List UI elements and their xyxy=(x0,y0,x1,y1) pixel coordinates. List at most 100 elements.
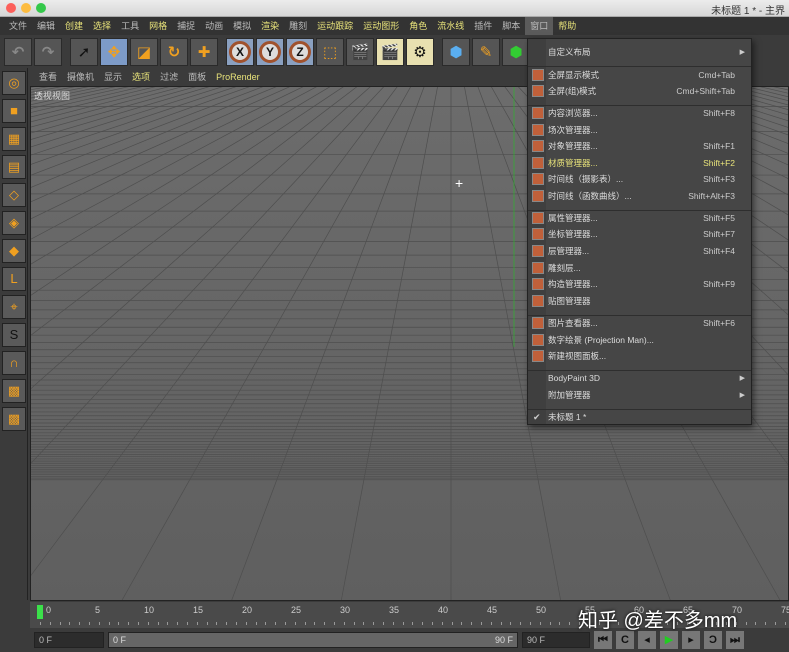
lock-workplane-icon[interactable]: ▩ xyxy=(2,379,26,403)
viewport-menu-3[interactable]: 选项 xyxy=(127,70,155,83)
go-to-start-button[interactable]: ⏮ xyxy=(594,631,612,649)
viewport-menu-2[interactable]: 显示 xyxy=(99,70,127,83)
window-menu-item[interactable]: 图片查看器... Shift+F6 xyxy=(528,315,751,331)
menu-11[interactable]: 运动跟踪 xyxy=(312,17,358,35)
menu-17[interactable]: 窗口 xyxy=(525,17,554,35)
make-editable-icon[interactable]: ◎ xyxy=(2,71,26,95)
go-to-end-button[interactable]: ⏭ xyxy=(726,631,744,649)
window-menu-item[interactable]: 对象管理器... Shift+F1 xyxy=(528,138,751,154)
window-menu-item[interactable]: 坐标管理器... Shift+F7 xyxy=(528,226,751,242)
texture-mode-icon[interactable]: ▦ xyxy=(2,127,26,151)
coordinate-system-button[interactable]: ⬚ xyxy=(316,38,344,66)
menu-1[interactable]: 编辑 xyxy=(32,17,60,35)
polygons-mode-icon[interactable]: ◆ xyxy=(2,239,26,263)
y-axis-button[interactable]: Y xyxy=(256,38,284,66)
axis-mode-icon[interactable]: L xyxy=(2,267,26,291)
window-menu-item[interactable]: 材质管理器... Shift+F2 xyxy=(528,155,751,171)
window-menu-item[interactable]: 数字绘景 (Projection Man)... xyxy=(528,332,751,348)
window-menu-item[interactable]: 全屏(组)模式 Cmd+Shift+Tab xyxy=(528,83,751,99)
window-menu-item[interactable]: 雕刻层... xyxy=(528,260,751,276)
window-menu-item[interactable]: 新建视图面板... xyxy=(528,348,751,364)
menu-4[interactable]: 工具 xyxy=(116,17,144,35)
edges-mode-icon[interactable]: ◈ xyxy=(2,211,26,235)
undo-button[interactable]: ↶ xyxy=(4,38,32,66)
window-menu-item[interactable]: 全屏显示模式 Cmd+Tab xyxy=(528,67,751,83)
start-frame-field[interactable]: 0 F xyxy=(34,632,104,648)
menu-5[interactable]: 网格 xyxy=(144,17,172,35)
grid-icon[interactable]: ▩ xyxy=(2,407,26,431)
rotate-tool-button[interactable]: ↻ xyxy=(160,38,188,66)
points-mode-icon[interactable]: ◇ xyxy=(2,183,26,207)
next-frame-button[interactable]: ▸ xyxy=(682,631,700,649)
render-picture-button[interactable]: 🎬 xyxy=(376,38,404,66)
menu-6[interactable]: 捕捉 xyxy=(172,17,200,35)
frame-range-slider[interactable]: 0 F 90 F xyxy=(108,632,518,648)
subdivision-button[interactable]: ⬢ xyxy=(502,38,530,66)
window-menu-item[interactable]: 内容浏览器... Shift+F8 xyxy=(528,105,751,121)
model-mode-icon[interactable]: ■ xyxy=(2,99,26,123)
z-axis-button[interactable]: Z xyxy=(286,38,314,66)
menu-0[interactable]: 文件 xyxy=(4,17,32,35)
window-menu-item[interactable]: ✔ 未标题 1 * xyxy=(528,409,751,425)
magnet-icon[interactable]: ∩ xyxy=(2,351,26,375)
scale-tool-button[interactable]: ◪ xyxy=(130,38,158,66)
minimize-window-button[interactable] xyxy=(21,3,31,13)
next-key-button[interactable]: Ͻ xyxy=(704,631,722,649)
zoom-window-button[interactable] xyxy=(36,3,46,13)
play-button[interactable]: ▶ xyxy=(660,631,678,649)
previous-frame-button[interactable]: ◂ xyxy=(638,631,656,649)
menu-item-label: 材质管理器... xyxy=(548,158,598,168)
viewport-menu-0[interactable]: 查看 xyxy=(34,70,62,83)
cube-object-button[interactable]: ⬢ xyxy=(442,38,470,66)
timeline-minor-tick xyxy=(49,622,51,625)
window-menu-item[interactable]: 场次管理器... xyxy=(528,122,751,138)
menu-13[interactable]: 角色 xyxy=(404,17,432,35)
window-menu-item[interactable]: 层管理器... Shift+F4 xyxy=(528,243,751,259)
grid-line xyxy=(31,87,169,601)
render-view-button[interactable]: 🎬 xyxy=(346,38,374,66)
timeline-minor-tick xyxy=(69,622,71,625)
menu-10[interactable]: 雕刻 xyxy=(284,17,312,35)
window-menu-item[interactable]: 时间线（函数曲线）... Shift+Alt+F3 xyxy=(528,188,751,204)
end-frame-field[interactable]: 90 F xyxy=(522,632,590,648)
menu-15[interactable]: 插件 xyxy=(469,17,497,35)
menu-18[interactable]: 帮助 xyxy=(553,17,581,35)
window-menu-item[interactable]: 属性管理器... Shift+F5 xyxy=(528,210,751,226)
menu-9[interactable]: 渲染 xyxy=(256,17,284,35)
menu-12[interactable]: 运动图形 xyxy=(358,17,404,35)
window-menu-item[interactable]: 构造管理器... Shift+F9 xyxy=(528,276,751,292)
viewport-menu-4[interactable]: 过滤 xyxy=(155,70,183,83)
menu-16[interactable]: 脚本 xyxy=(497,17,525,35)
pen-tool-button[interactable]: ✎ xyxy=(472,38,500,66)
playhead[interactable] xyxy=(37,605,43,619)
window-menu-item[interactable]: 时间线（摄影表）... Shift+F3 xyxy=(528,171,751,187)
workplane-icon[interactable]: ▤ xyxy=(2,155,26,179)
menu-7[interactable]: 动画 xyxy=(200,17,228,35)
move-tool-button[interactable]: ✥ xyxy=(100,38,128,66)
viewport-menu-5[interactable]: 面板 xyxy=(183,70,211,83)
menu-8[interactable]: 模拟 xyxy=(228,17,256,35)
menu-item-label: 自定义布局 xyxy=(548,47,591,57)
tweak-mode-icon[interactable]: ⌖ xyxy=(2,295,26,319)
add-tool-button[interactable]: ✚ xyxy=(190,38,218,66)
grid-line xyxy=(31,87,241,601)
window-menu-item[interactable]: 自定义布局 ▶ xyxy=(528,44,751,60)
snap-icon[interactable]: S xyxy=(2,323,26,347)
menu-3[interactable]: 选择 xyxy=(88,17,116,35)
menu-2[interactable]: 创建 xyxy=(60,17,88,35)
window-menu-item[interactable]: BodyPaint 3D ▶ xyxy=(528,370,751,386)
render-settings-button[interactable]: ⚙ xyxy=(406,38,434,66)
viewport-menu-1[interactable]: 摄像机 xyxy=(62,70,99,83)
window-menu-item[interactable]: 附加管理器 ▶ xyxy=(528,387,751,403)
redo-button[interactable]: ↷ xyxy=(34,38,62,66)
viewport-menu-6[interactable]: ProRender xyxy=(211,72,265,82)
select-tool-button[interactable]: ➚ xyxy=(70,38,98,66)
window-menu-item[interactable]: 贴图管理器 xyxy=(528,293,751,309)
title-bar: 未标题 1 * - 主界 xyxy=(0,0,789,17)
menu-14[interactable]: 流水线 xyxy=(432,17,469,35)
previous-key-button[interactable]: C xyxy=(616,631,634,649)
x-axis-button[interactable]: X xyxy=(226,38,254,66)
grid-line xyxy=(31,87,49,91)
close-window-button[interactable] xyxy=(6,3,16,13)
menu-item-shortcut: Cmd+Tab xyxy=(698,70,735,80)
